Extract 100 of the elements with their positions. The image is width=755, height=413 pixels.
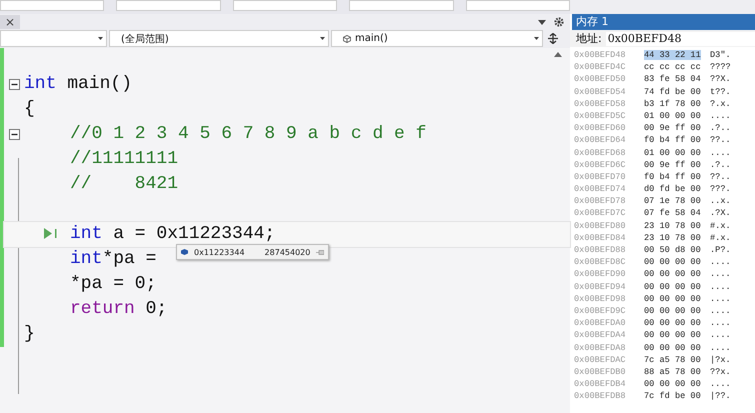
caret-icon [98, 37, 103, 40]
memory-bytes[interactable]: 00 9e ff 00 [644, 123, 701, 134]
memory-bytes[interactable]: 00 00 00 00 [644, 379, 701, 390]
memory-ascii: t??. [710, 86, 731, 98]
memory-ascii: |?x. [710, 354, 731, 366]
memory-bytes[interactable]: 00 00 00 00 [644, 257, 701, 268]
memory-bytes[interactable]: 00 00 00 00 [644, 294, 701, 304]
memory-bytes[interactable]: 23 10 78 00 [644, 232, 701, 243]
memory-bytes[interactable]: 7c fd be 00 [644, 391, 701, 402]
memory-address: 0x00BEFD9C [574, 304, 627, 318]
memory-bytes[interactable]: d0 fd be 00 [644, 184, 701, 194]
memory-address: 0x00BEFD68 [574, 146, 627, 159]
memory-bytes[interactable]: b3 1f 78 00 [644, 98, 701, 109]
tip-decimal: 287454020 [264, 248, 310, 256]
memory-address: 0x00BEFD5C [574, 110, 627, 122]
memory-address: 0x00BEFD8C [574, 256, 627, 268]
dropdown[interactable] [0, 30, 107, 47]
collapse-icon[interactable] [8, 129, 20, 140]
memory-ascii: ..x. [710, 195, 731, 208]
address-field[interactable]: 0x00BEFD48 [606, 32, 755, 46]
memory-bytes[interactable]: 00 50 d8 00 [644, 245, 701, 255]
tip-value: 0x11223344 [194, 248, 245, 256]
memory-bytes[interactable]: 83 fe 58 04 [644, 74, 701, 84]
memory-bytes[interactable]: 00 00 00 00 [644, 318, 701, 328]
close-icon[interactable]: × [0, 15, 20, 29]
memory-ascii: .?.. [710, 122, 731, 134]
split-icon[interactable] [548, 33, 558, 44]
memory-bytes[interactable]: 07 fe 58 04 [644, 208, 701, 218]
memory-ascii: ?.x. [710, 98, 731, 110]
code-line: int a = 0x11223344; [70, 223, 276, 246]
memory-address: 0x00BEFD6C [574, 158, 627, 171]
memory-ascii: ???. [710, 183, 731, 196]
memory-address: 0x00BEFD64 [574, 134, 627, 146]
memory-address: 0x00BEFDA0 [574, 317, 627, 330]
memory-address: 0x00BEFD4C [574, 61, 627, 74]
memory-bytes[interactable]: 88 a5 78 00 [644, 366, 701, 377]
memory-address: 0x00BEFD78 [574, 195, 627, 208]
memory-address: 0x00BEFDB0 [574, 366, 627, 378]
memory-ascii: .... [710, 110, 731, 122]
memory-bytes[interactable]: 00 00 00 00 [644, 342, 701, 352]
panel-title: 内存 1 [572, 14, 755, 30]
code-line: //0 1 2 3 4 5 6 7 8 9 a b c d e f [70, 123, 426, 146]
input-field[interactable] [116, 0, 221, 11]
input-field[interactable] [466, 0, 570, 11]
dropdown[interactable]: main() [331, 30, 543, 47]
memory-ascii: ??.. [710, 134, 731, 146]
memory-ascii: ??.. [710, 170, 731, 184]
memory-bytes[interactable]: 74 fd be 00 [644, 86, 701, 97]
memory-address: 0x00BEFDAC [574, 354, 627, 366]
memory-bytes[interactable]: f0 b4 ff 00 [644, 172, 701, 182]
settings-icon[interactable] [554, 17, 564, 27]
memory-bytes[interactable]: 00 00 00 00 [644, 269, 701, 280]
code-line: //11111111 [70, 148, 178, 171]
memory-bytes[interactable]: 23 10 78 00 [644, 220, 701, 231]
input-field[interactable] [232, 0, 338, 11]
memory-ascii: .?.. [710, 158, 731, 171]
memory-bytes[interactable]: 07 1e 78 00 [644, 196, 701, 206]
memory-bytes[interactable]: 00 9e ff 00 [644, 160, 701, 170]
memory-ascii: #.x. [710, 220, 731, 232]
code-line: // 8421 [70, 173, 178, 196]
memory-ascii: .?X. [710, 207, 731, 220]
memory-address: 0x00BEFD48 [574, 49, 627, 62]
memory-address: 0x00BEFDB4 [574, 378, 627, 390]
collapse-icon[interactable] [8, 79, 20, 90]
memory-address: 0x00BEFD60 [574, 122, 627, 134]
memory-bytes[interactable]: 01 00 00 00 [644, 148, 701, 158]
memory-bytes[interactable]: cc cc cc cc [644, 62, 701, 72]
memory-ascii: .... [710, 268, 731, 281]
memory-ascii: .... [710, 280, 731, 293]
code-line: return 0; [70, 298, 168, 321]
memory-ascii: ???? [710, 61, 731, 74]
memory-address: 0x00BEFD50 [574, 73, 627, 86]
memory-bytes[interactable]: 00 00 00 00 [644, 330, 701, 340]
memory-address: 0x00BEFD74 [574, 183, 627, 196]
memory-bytes[interactable]: f0 b4 ff 00 [644, 135, 701, 146]
memory-ascii: #.x. [710, 232, 731, 244]
memory-bytes[interactable]: 00 00 00 00 [644, 282, 701, 292]
dropdown[interactable]: (全局范围) [109, 30, 329, 47]
memory-ascii: |??. [710, 390, 731, 402]
memory-bytes[interactable]: 01 00 00 00 [644, 110, 701, 121]
caret-icon [320, 37, 325, 40]
input-field[interactable] [0, 0, 104, 11]
code-line: { [24, 98, 35, 121]
pin-icon[interactable] [316, 250, 324, 254]
memory-bytes[interactable]: 44 33 22 11 [644, 50, 701, 60]
caret-icon [534, 37, 539, 40]
memory-address: 0x00BEFD88 [574, 244, 627, 256]
scroll-up-icon[interactable] [554, 52, 562, 57]
address-label: 地址: [576, 31, 602, 46]
memory-bytes[interactable]: 00 00 00 00 [644, 306, 701, 316]
memory-address: 0x00BEFD7C [574, 207, 627, 220]
dropdown-icon[interactable] [538, 20, 546, 24]
memory-ascii: D3". [710, 49, 731, 62]
memory-address: 0x00BEFD70 [574, 170, 627, 184]
memory-bytes[interactable]: 7c a5 78 00 [644, 354, 701, 365]
memory-ascii: ??X. [710, 73, 731, 86]
code-line: int main() [24, 73, 132, 96]
memory-address: 0x00BEFDA8 [574, 342, 627, 354]
memory-ascii: .... [710, 378, 731, 390]
input-field[interactable] [349, 0, 454, 11]
